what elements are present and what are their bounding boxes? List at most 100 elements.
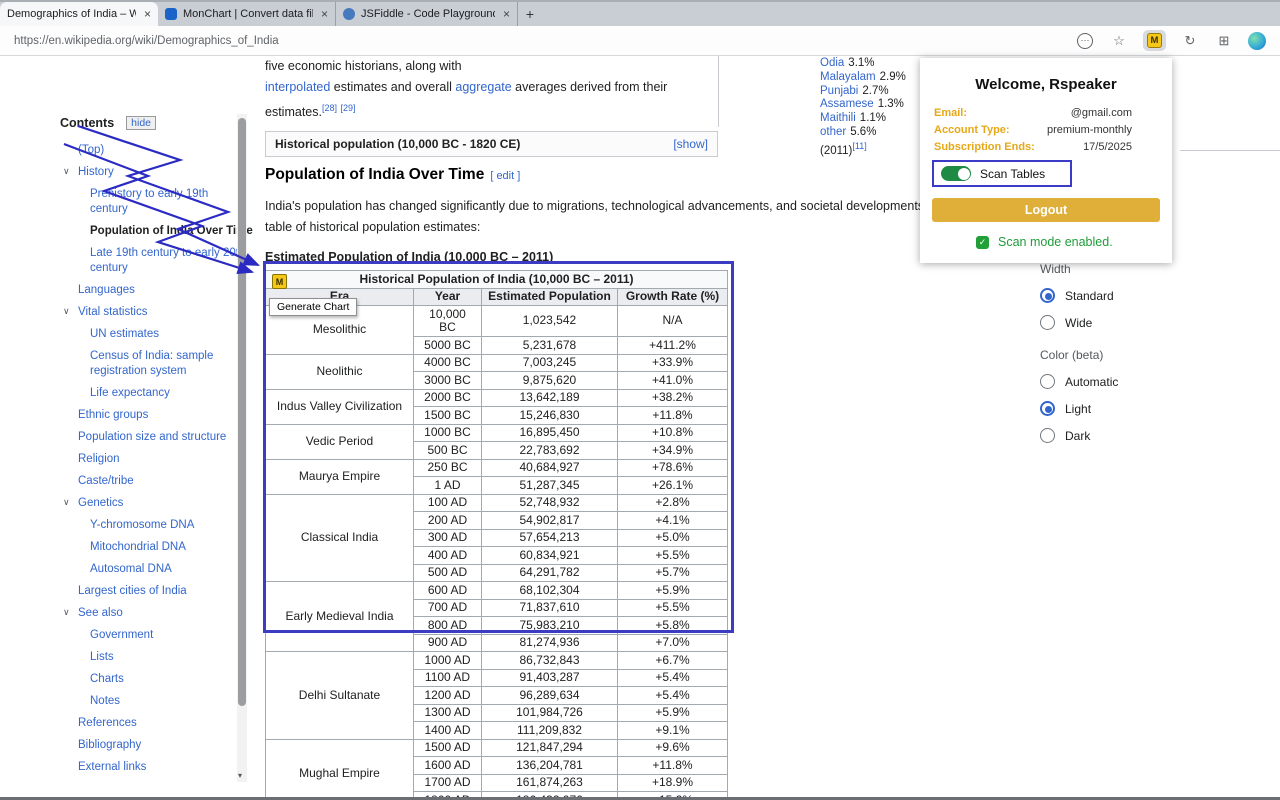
sidebar-item[interactable]: Population size and structure (60, 426, 246, 448)
history-icon[interactable]: ↻ (1180, 31, 1200, 51)
sidebar-item-label: Genetics (78, 497, 123, 509)
growth-cell: +9.6% (618, 739, 728, 757)
sidebar-item[interactable]: ∨See also (60, 602, 246, 624)
tab-close-icon[interactable]: × (503, 7, 510, 21)
chevron-down-icon[interactable]: ∨ (63, 164, 70, 179)
browser-essentials-icon[interactable]: ⋯ (1075, 31, 1095, 51)
sidebar-item[interactable]: Religion (60, 448, 246, 470)
sidebar-item[interactable]: Lists (60, 646, 246, 668)
radio-option[interactable]: Standard (1040, 288, 1270, 303)
population-cell: 13,642,189 (482, 389, 618, 407)
tab-jsfiddle[interactable]: JSFiddle - Code Playground × (336, 2, 518, 26)
ref-29-link[interactable]: [29] (340, 103, 355, 113)
m-scan-badge-icon[interactable]: M (272, 274, 287, 289)
radio-icon[interactable] (1040, 428, 1055, 443)
language-link[interactable]: Odia (820, 57, 844, 69)
population-cell: 1,023,542 (482, 306, 618, 337)
m-extension-button[interactable]: M (1143, 30, 1166, 51)
sidebar-item[interactable]: UN estimates (60, 323, 246, 345)
favorites-star-icon[interactable]: ☆ (1109, 31, 1129, 51)
table-row: Delhi Sultanate1000 AD86,732,843+6.7% (266, 652, 728, 670)
era-cell: Early Medieval India (266, 582, 414, 652)
sidebar-item[interactable]: Prehistory to early 19th century (60, 183, 246, 220)
scrollbar-down-arrow-icon[interactable]: ▾ (238, 771, 242, 780)
language-link[interactable]: Assamese (820, 98, 874, 110)
toc-scrollbar-thumb[interactable] (238, 118, 246, 706)
sidebar-item[interactable]: (Top) (60, 139, 246, 161)
radio-icon[interactable] (1040, 315, 1055, 330)
profile-avatar[interactable] (1248, 32, 1266, 50)
sidebar-item[interactable]: ∨ Genetics (60, 492, 246, 514)
sidebar-item[interactable]: Census of India: sample registration sys… (60, 345, 246, 382)
show-link[interactable]: [show] (673, 136, 708, 152)
sidebar-item[interactable]: Largest cities of India (60, 580, 246, 602)
growth-cell: +34.9% (618, 442, 728, 460)
tab-monchart[interactable]: MonChart | Convert data files to... × (158, 2, 336, 26)
scan-status-text: Scan mode enabled. (998, 235, 1113, 249)
generate-chart-button[interactable]: Generate Chart (269, 298, 357, 316)
sidebar-item[interactable]: Y-chromosome DNA (60, 514, 246, 536)
ref-28-link[interactable]: [28] (322, 103, 337, 113)
scan-tables-toggle[interactable] (941, 166, 971, 181)
appearance-panel: Width StandardWide Color (beta) Automati… (1030, 262, 1270, 455)
radio-icon[interactable] (1040, 374, 1055, 389)
address-toolbar: https://en.wikipedia.org/wiki/Demographi… (0, 26, 1280, 56)
sidebar-item[interactable]: Life expectancy (60, 382, 246, 404)
sidebar-item[interactable]: Mitochondrial DNA (60, 536, 246, 558)
language-link[interactable]: other (820, 126, 846, 138)
radio-option[interactable]: Automatic (1040, 374, 1270, 389)
radio-option[interactable]: Dark (1040, 428, 1270, 443)
sidebar-item-label: Notes (90, 695, 120, 707)
language-percentage: 2.9% (880, 71, 906, 83)
edit-link[interactable]: [ edit ] (490, 170, 520, 182)
chevron-down-icon[interactable]: ∨ (63, 304, 70, 319)
sidebar-item[interactable]: Population of India Over Time (60, 220, 246, 242)
sidebar-item[interactable]: References (60, 712, 246, 734)
sidebar-item[interactable]: Caste/tribe (60, 470, 246, 492)
tab-demographics[interactable]: Demographics of India – Wikiped... × (0, 2, 158, 26)
sidebar-item[interactable]: Charts (60, 668, 246, 690)
growth-cell: +5.5% (618, 599, 728, 617)
address-bar[interactable]: https://en.wikipedia.org/wiki/Demographi… (14, 35, 279, 47)
collections-icon[interactable]: ⊞ (1214, 31, 1234, 51)
logout-button[interactable]: Logout (932, 198, 1160, 222)
chevron-down-icon[interactable]: ∨ (63, 605, 70, 620)
column-header: Growth Rate (%) (618, 288, 728, 306)
sidebar-item[interactable]: Notes (60, 690, 246, 712)
new-tab-button[interactable]: + (518, 2, 542, 26)
tab-close-icon[interactable]: × (144, 7, 151, 21)
width-options: Standard Wide (1030, 288, 1270, 330)
aggregate-link[interactable]: aggregate (455, 80, 511, 94)
language-link[interactable]: Malayalam (820, 71, 876, 83)
year-cell: 3000 BC (414, 372, 482, 390)
sidebar-item[interactable]: Bibliography (60, 734, 246, 756)
sidebar-item[interactable]: ∨ Vital statistics (60, 301, 246, 323)
toc-hide-button[interactable]: hide (126, 116, 156, 130)
sidebar-item-label: Caste/tribe (78, 475, 134, 487)
ref-11-link[interactable]: [11] (852, 141, 866, 151)
growth-cell: +78.6% (618, 459, 728, 477)
sidebar-item[interactable]: Languages (60, 279, 246, 301)
table-row: Neolithic4000 BC7,003,245+33.9% (266, 354, 728, 372)
radio-icon[interactable] (1040, 401, 1055, 416)
scan-tables-toggle-row[interactable]: Scan Tables (932, 160, 1072, 187)
sidebar-item[interactable]: Late 19th century to early 20th century (60, 242, 246, 279)
chevron-down-icon[interactable]: ∨ (63, 495, 70, 510)
sidebar-item[interactable]: Autosomal DNA (60, 558, 246, 580)
tab-close-icon[interactable]: × (321, 7, 328, 21)
radio-option[interactable]: Wide (1040, 315, 1270, 330)
year-cell: 4000 BC (414, 354, 482, 372)
interpolated-link[interactable]: interpolated (265, 80, 330, 94)
era-cell: Classical India (266, 494, 414, 582)
sidebar-item[interactable]: Government (60, 624, 246, 646)
toc-scrollbar[interactable]: ▾ (237, 114, 247, 782)
language-link[interactable]: Punjabi (820, 85, 858, 97)
radio-option[interactable]: Light (1040, 401, 1270, 416)
language-link[interactable]: Maithili (820, 112, 856, 124)
radio-icon[interactable] (1040, 288, 1055, 303)
sidebar-item[interactable]: External links (60, 756, 246, 778)
sidebar-item-label: Vital statistics (78, 306, 147, 318)
sidebar-item-label: Languages (78, 284, 135, 296)
sidebar-item[interactable]: Ethnic groups (60, 404, 246, 426)
sidebar-item[interactable]: ∨History (60, 161, 246, 183)
